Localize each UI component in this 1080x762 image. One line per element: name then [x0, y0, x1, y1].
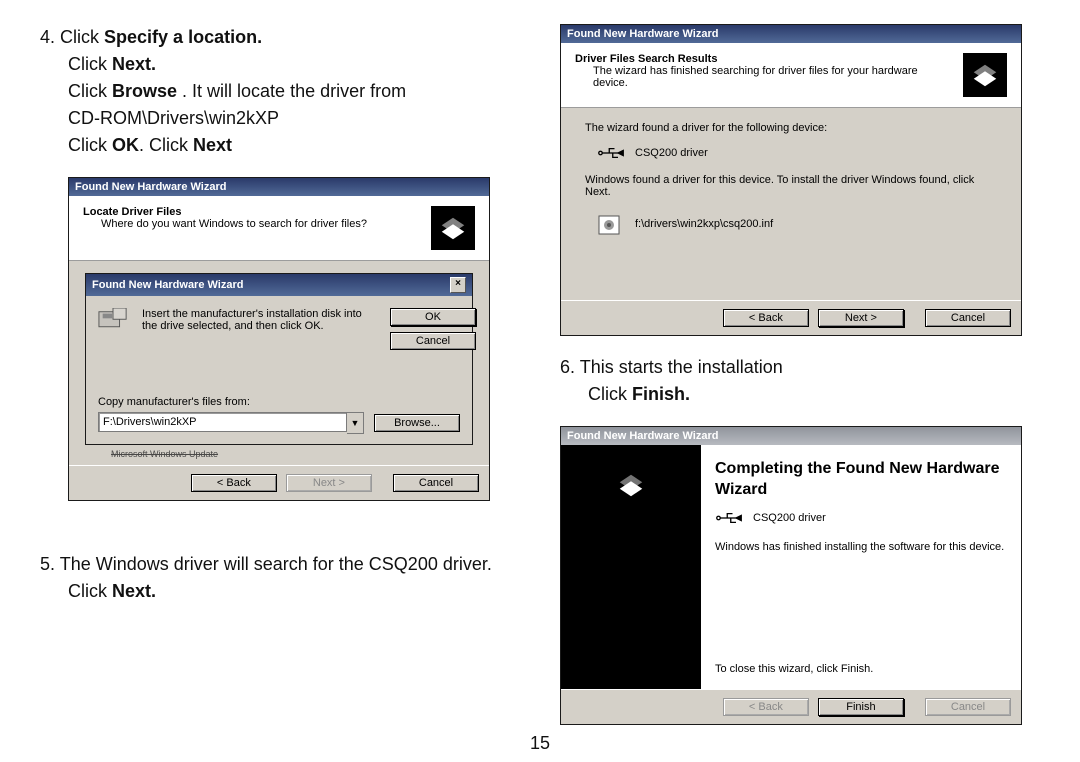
truncated-option: Microsoft Windows Update: [111, 449, 483, 459]
usb-icon: [597, 146, 625, 160]
page-number: 15: [40, 733, 1040, 754]
step4-dialog: Found New Hardware Wizard Locate Driver …: [68, 177, 490, 501]
right-column: Found New Hardware Wizard Driver Files S…: [560, 24, 1040, 725]
manual-page: 4. Click Specify a location. Click Next.…: [40, 24, 1040, 725]
back-button[interactable]: < Back: [723, 698, 809, 716]
step-4-text: 4. Click Specify a location. Click Next.…: [40, 24, 520, 159]
button-bar: < Back Finish Cancel: [561, 689, 1021, 724]
path-combobox[interactable]: F:\Drivers\win2kXP ▼: [98, 412, 364, 434]
wizard-header: Locate Driver Files Where do you want Wi…: [69, 196, 489, 261]
ok-button[interactable]: OK: [390, 308, 476, 326]
wizard-heading: Driver Files Search Results: [575, 53, 953, 65]
wizard-device-icon: [963, 53, 1007, 97]
button-bar: < Back Next > Cancel: [561, 300, 1021, 335]
next-button[interactable]: Next >: [818, 309, 904, 327]
step-6-text: 6. This starts the installation Click Fi…: [560, 354, 1040, 408]
path-value: F:\Drivers\win2kXP: [103, 416, 197, 428]
inf-file-icon: [597, 214, 625, 234]
window-title: Found New Hardware Wizard: [567, 430, 718, 442]
usb-icon: [715, 511, 743, 525]
wizard-sidebar: [561, 445, 701, 689]
wizard-device-icon: [609, 463, 653, 507]
complete-heading: Completing the Found New Hardware Wizard: [715, 459, 1007, 501]
device-name: CSQ200 driver: [635, 147, 708, 159]
step-number: 6.: [560, 357, 575, 377]
left-column: 4. Click Specify a location. Click Next.…: [40, 24, 520, 623]
cancel-button[interactable]: Cancel: [390, 332, 476, 350]
found-line: The wizard found a driver for the follow…: [585, 122, 997, 134]
dropdown-arrow-icon[interactable]: ▼: [347, 412, 364, 434]
next-button[interactable]: Next >: [286, 474, 372, 492]
dialog-text: Insert the manufacturer's installation d…: [142, 308, 376, 332]
wizard-header: Driver Files Search Results The wizard h…: [561, 43, 1021, 108]
step-5-text: 5. The Windows driver will search for th…: [40, 551, 520, 605]
step5-dialog: Found New Hardware Wizard Driver Files S…: [560, 24, 1022, 336]
close-icon[interactable]: ×: [450, 277, 466, 293]
wizard-subheading: The wizard has finished searching for dr…: [593, 65, 953, 89]
copy-from-label: Copy manufacturer's files from:: [98, 396, 460, 408]
browse-button[interactable]: Browse...: [374, 414, 460, 432]
wizard-heading: Locate Driver Files: [83, 206, 421, 218]
titlebar: Found New Hardware Wizard: [69, 178, 489, 196]
button-bar: < Back Next > Cancel: [69, 465, 489, 500]
window-title: Found New Hardware Wizard: [567, 28, 718, 40]
floppy-icon: [98, 308, 128, 330]
finished-msg: Windows has finished installing the soft…: [715, 541, 1007, 553]
titlebar: Found New Hardware Wizard: [561, 25, 1021, 43]
cancel-button[interactable]: Cancel: [925, 698, 1011, 716]
device-name: CSQ200 driver: [753, 512, 826, 524]
step6-dialog: Found New Hardware Wizard Completing the…: [560, 426, 1022, 725]
step-number: 5.: [40, 554, 55, 574]
insert-disk-dialog: Found New Hardware Wizard × Insert the m…: [85, 273, 473, 445]
cancel-button[interactable]: Cancel: [925, 309, 1011, 327]
cancel-button[interactable]: Cancel: [393, 474, 479, 492]
step-number: 4.: [40, 27, 55, 47]
finish-button[interactable]: Finish: [818, 698, 904, 716]
window-title: Found New Hardware Wizard: [92, 279, 243, 291]
close-msg: To close this wizard, click Finish.: [715, 663, 1007, 675]
titlebar: Found New Hardware Wizard: [561, 427, 1021, 445]
wizard-subheading: Where do you want Windows to search for …: [101, 218, 421, 230]
back-button[interactable]: < Back: [723, 309, 809, 327]
titlebar: Found New Hardware Wizard ×: [86, 274, 472, 296]
inf-path: f:\drivers\win2kxp\csq200.inf: [635, 218, 773, 230]
install-line: Windows found a driver for this device. …: [585, 174, 997, 198]
window-title: Found New Hardware Wizard: [75, 181, 226, 193]
wizard-device-icon: [431, 206, 475, 250]
back-button[interactable]: < Back: [191, 474, 277, 492]
